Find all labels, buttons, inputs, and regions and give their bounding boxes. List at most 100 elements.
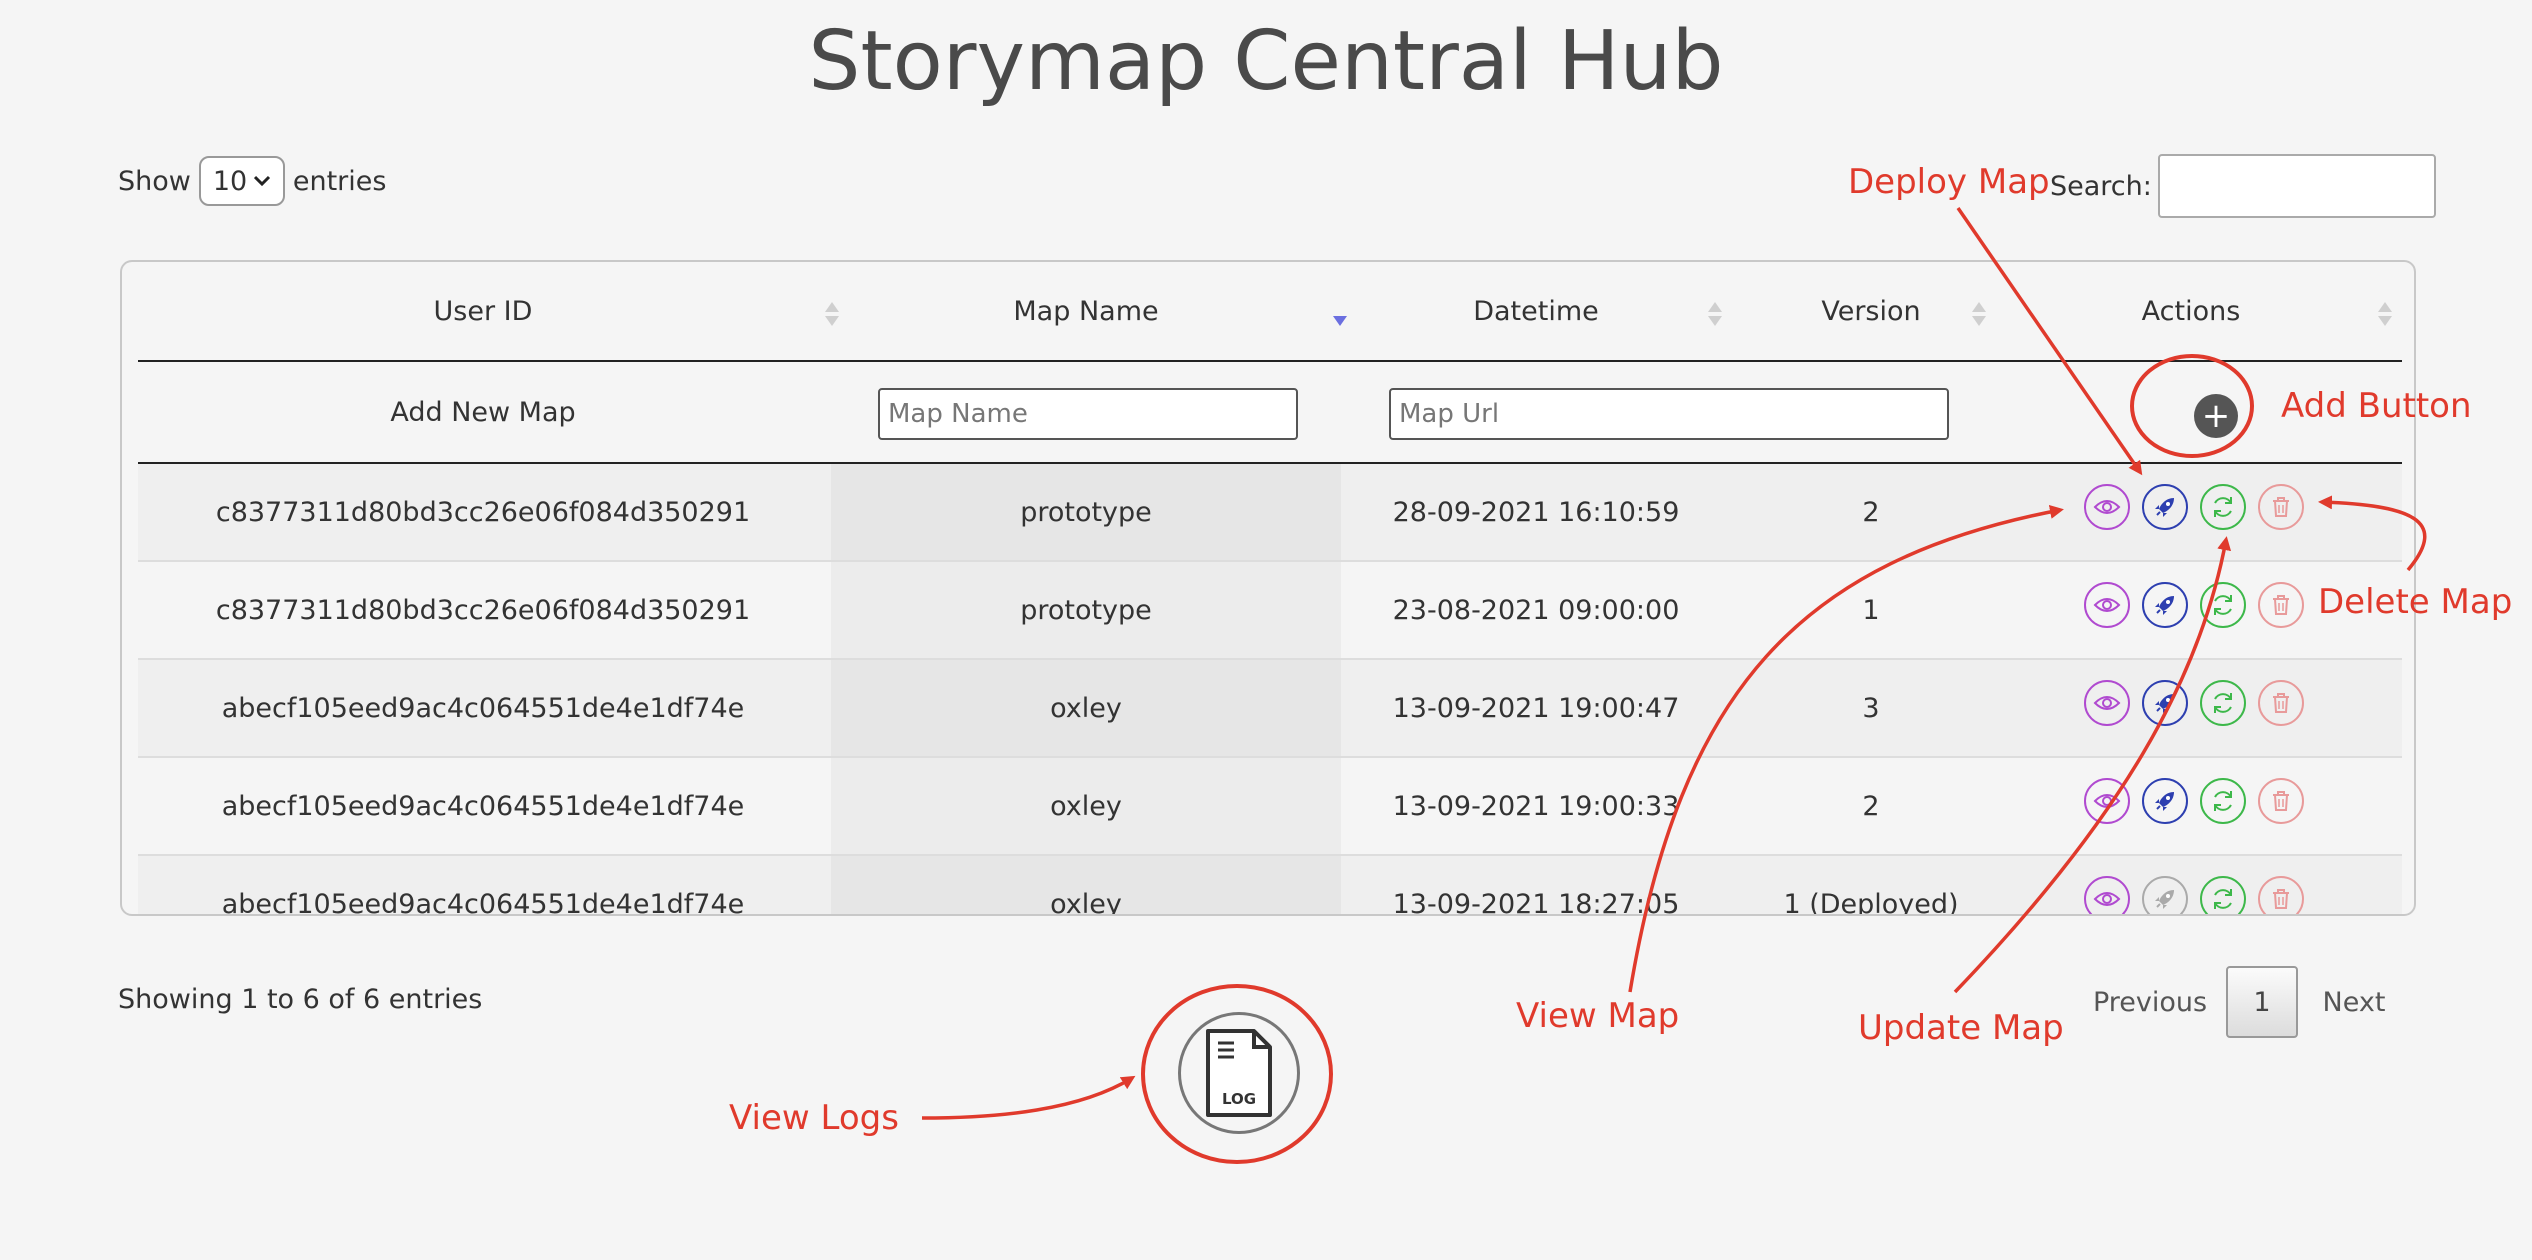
view-logs-button[interactable]: LOG [1178,1012,1300,1134]
row-actions [2084,484,2304,530]
update-map-button[interactable] [2200,778,2246,824]
cell-user-id: c8377311d80bd3cc26e06f084d350291 [215,496,751,528]
cell-map-name: prototype [1020,594,1152,626]
refresh-icon [2214,693,2232,713]
deploy-map-button[interactable] [2142,778,2188,824]
refresh-icon [2214,889,2232,909]
log-icon-text: LOG [1222,1090,1256,1108]
cell-datetime: 13-09-2021 19:00:33 [1392,790,1680,822]
annotation-delete-map: Delete Map [2318,582,2513,622]
eye-icon [2093,892,2121,906]
table-row: c8377311d80bd3cc26e06f084d350291 prototy… [138,464,2402,562]
table-row: abecf105eed9ac4c064551de4e1df74e oxley 1… [138,856,2402,916]
column-header-map-name[interactable]: Map Name [831,262,1341,360]
search-label: Search: [2050,170,2152,202]
cell-datetime: 13-09-2021 19:00:47 [1392,692,1680,724]
row-actions [2084,582,2304,628]
row-actions [2084,778,2304,824]
view-map-button[interactable] [2084,778,2130,824]
length-menu: Show 10 entries [118,156,386,206]
rocket-icon [2155,694,2174,713]
add-map-button[interactable]: + [2194,394,2238,438]
cell-version: 2 [1862,790,1880,822]
trash-icon [2273,889,2289,909]
sort-icon [1708,302,1722,328]
refresh-icon [2214,497,2232,517]
entries-select[interactable]: 10 [198,156,285,206]
table-row: abecf105eed9ac4c064551de4e1df74e oxley 1… [138,758,2402,856]
table-row: c8377311d80bd3cc26e06f084d350291 prototy… [138,562,2402,660]
eye-icon [2093,500,2121,514]
cell-version: 1 (Deployed) [1783,888,1959,916]
page-title: Storymap Central Hub [808,14,1724,109]
annotation-update-map: Update Map [1858,1008,2064,1048]
delete-map-button[interactable] [2258,778,2304,824]
view-map-button[interactable] [2084,876,2130,914]
next-button[interactable]: Next [2314,987,2394,1018]
view-map-button[interactable] [2084,680,2130,726]
table-header: User ID Map Name Datetime Version Action… [138,262,2402,362]
update-map-button[interactable] [2200,680,2246,726]
previous-button[interactable]: Previous [2090,987,2210,1018]
rocket-icon [2155,792,2174,811]
delete-map-button[interactable] [2258,680,2304,726]
update-map-button[interactable] [2200,582,2246,628]
add-new-map-label: Add New Map [390,396,576,428]
log-file-icon: LOG [1206,1029,1272,1117]
update-map-button[interactable] [2200,484,2246,530]
map-url-input[interactable]: Map Url [1389,388,1949,440]
map-name-input[interactable]: Map Name [878,388,1298,440]
refresh-icon [2214,595,2232,615]
delete-map-button[interactable] [2258,582,2304,628]
column-header-actions[interactable]: Actions [2011,262,2371,360]
refresh-icon [2214,791,2232,811]
entries-select-value: 10 [212,165,248,197]
trash-icon [2273,595,2289,615]
cell-datetime: 23-08-2021 09:00:00 [1392,594,1680,626]
deploy-map-button[interactable] [2142,680,2188,726]
column-header-user-id[interactable]: User ID [138,262,828,360]
deploy-map-button[interactable] [2142,582,2188,628]
eye-icon [2093,696,2121,710]
table-info: Showing 1 to 6 of 6 entries [118,984,483,1015]
search-input[interactable] [2157,154,2436,218]
plus-icon: + [2201,396,2231,436]
column-header-datetime[interactable]: Datetime [1341,262,1731,360]
view-map-button[interactable] [2084,484,2130,530]
sort-icon [1972,302,1986,328]
cell-version: 2 [1862,496,1880,528]
cell-version: 3 [1862,692,1880,724]
cell-user-id: abecf105eed9ac4c064551de4e1df74e [221,692,745,724]
column-header-version[interactable]: Version [1731,262,2011,360]
update-map-button[interactable] [2200,876,2246,914]
cell-map-name: oxley [1050,888,1122,916]
chevron-down-icon [254,175,271,187]
view-map-button[interactable] [2084,582,2130,628]
search-box: Search: [2050,154,2436,218]
add-map-row: Add New Map Map Name Map Url + [138,362,2402,464]
annotation-view-logs: View Logs [729,1098,899,1138]
rocket-icon [2155,596,2174,615]
eye-icon [2093,598,2121,612]
delete-map-button[interactable] [2258,876,2304,914]
page-1-button[interactable]: 1 [2226,966,2298,1038]
trash-icon [2273,791,2289,811]
cell-user-id: c8377311d80bd3cc26e06f084d350291 [215,594,751,626]
pagination: Previous 1 Next [2090,966,2394,1038]
cell-map-name: oxley [1050,790,1122,822]
row-actions [2084,876,2304,914]
table-body: c8377311d80bd3cc26e06f084d350291 prototy… [138,464,2402,916]
rocket-icon [2155,890,2174,909]
cell-map-name: prototype [1020,496,1152,528]
cell-version: 1 [1862,594,1880,626]
show-label: Show [118,165,191,197]
table-row: abecf105eed9ac4c064551de4e1df74e oxley 1… [138,660,2402,758]
deploy-map-button[interactable] [2142,876,2188,914]
rocket-icon [2155,498,2174,517]
cell-datetime: 13-09-2021 18:27:05 [1392,888,1680,916]
deploy-map-button[interactable] [2142,484,2188,530]
cell-map-name: oxley [1050,692,1122,724]
delete-map-button[interactable] [2258,484,2304,530]
cell-datetime: 28-09-2021 16:10:59 [1392,496,1680,528]
annotation-deploy-map: Deploy Map [1848,162,2050,202]
